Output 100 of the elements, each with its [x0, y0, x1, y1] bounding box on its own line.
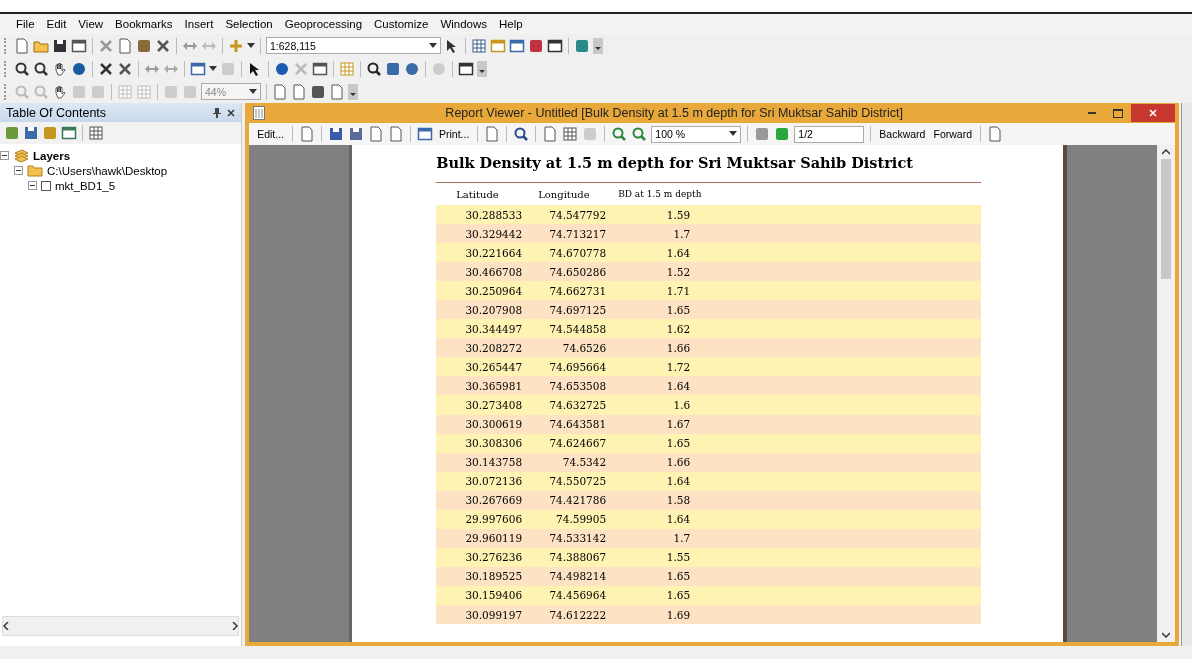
table-cell-text: 74.697125 — [548, 303, 608, 316]
page-field[interactable]: 1/2 — [794, 125, 865, 143]
print-button[interactable]: Print... — [437, 128, 472, 140]
table-cell-text: 30.344497 — [464, 322, 524, 335]
table-cell-text: 30.221664 — [464, 246, 524, 259]
table-cell-text: 30.466708 — [464, 265, 524, 278]
minimize-icon — [1088, 112, 1097, 114]
table-cell-text: 1.6 — [672, 399, 692, 411]
table-cell-text: 74.388067 — [548, 551, 608, 564]
layer-name[interactable]: mkt_BD1_5 — [55, 179, 116, 192]
zoom-field[interactable]: 100 % — [651, 125, 742, 143]
dropdown-caret-icon[interactable] — [249, 88, 257, 95]
collapse-icon[interactable] — [14, 166, 23, 175]
table-cell-text: 74.498214 — [548, 570, 608, 583]
menu-item[interactable]: File — [10, 18, 41, 30]
find-icon[interactable] — [513, 126, 530, 142]
toolbar-options-icon[interactable] — [593, 37, 603, 54]
find-icon[interactable] — [366, 60, 382, 77]
save-as-icon[interactable] — [348, 126, 364, 142]
toolbar-options-icon[interactable] — [477, 60, 487, 77]
horizontal-scrollbar[interactable] — [2, 616, 240, 636]
table-cell-text: 30.308306 — [464, 437, 524, 450]
table-cell-text: 1.58 — [665, 494, 692, 507]
table-cell-text: 1.67 — [665, 418, 692, 431]
menu-item[interactable]: Geoprocessing — [278, 18, 369, 30]
save-icon[interactable] — [52, 37, 68, 54]
save-icon[interactable] — [328, 126, 344, 142]
table-cell-text: 1.64 — [665, 246, 692, 259]
dropdown-caret-icon[interactable] — [429, 42, 437, 49]
table-cell-text: 1.66 — [665, 456, 692, 469]
scroll-down-icon[interactable] — [1162, 632, 1171, 638]
maximize-icon — [1113, 108, 1124, 118]
dropdown-caret-icon[interactable] — [247, 42, 255, 49]
layout-pan-icon[interactable] — [52, 83, 68, 100]
table-cell-text: 1.65 — [665, 570, 692, 583]
search-window-icon[interactable] — [509, 37, 525, 54]
layer-checkbox[interactable] — [41, 180, 51, 191]
table-cell-text: 30.265447 — [464, 360, 524, 373]
table-cell-text: 74.59905 — [555, 513, 608, 526]
map-scale-field[interactable]: 1:628,115 — [266, 37, 441, 54]
table-cell-text: 1.64 — [665, 475, 692, 488]
menu-item[interactable]: Edit — [40, 18, 73, 30]
table-cell-text: 1.64 — [665, 513, 692, 526]
menu-item[interactable]: Customize — [368, 18, 435, 30]
menu-item[interactable]: Bookmarks — [109, 18, 179, 30]
toolbar-options-icon[interactable] — [348, 83, 358, 100]
close-icon — [1149, 109, 1158, 117]
table-cell-text: 1.7 — [672, 227, 692, 240]
collapse-icon[interactable] — [28, 181, 37, 190]
pin-icon[interactable] — [213, 107, 222, 118]
collapse-icon[interactable] — [0, 151, 9, 160]
scroll-thumb[interactable] — [1161, 159, 1172, 279]
table-cell-text: 74.695664 — [548, 360, 608, 373]
panel-title: Table Of Contents — [6, 105, 107, 120]
scroll-left-icon[interactable] — [3, 622, 9, 630]
dropdown-caret-icon[interactable] — [209, 65, 217, 72]
table-cell-text: 30.288533 — [464, 208, 524, 221]
pan-icon[interactable] — [52, 60, 68, 77]
forward-button[interactable]: Forward — [931, 128, 974, 140]
table-cell-text: 1.65 — [665, 303, 692, 316]
table-cell-text: 1.65 — [665, 589, 692, 602]
table-cell-text: 74.547792 — [548, 208, 608, 221]
table-cell-text: 74.456964 — [548, 589, 608, 602]
column-header: Longitude — [537, 188, 591, 200]
dropdown-caret-icon[interactable] — [729, 131, 738, 137]
table-cell-text: 74.624667 — [548, 437, 608, 450]
table-cell-text: 1.55 — [665, 551, 692, 564]
menu-item[interactable]: Help — [493, 18, 529, 30]
table-cell-text: 1.66 — [665, 341, 692, 354]
close-button[interactable] — [1131, 104, 1176, 122]
table-cell-text: 1.65 — [665, 437, 692, 450]
menu-item[interactable]: Windows — [434, 18, 494, 30]
menu-item[interactable]: Insert — [178, 18, 220, 30]
delete-icon[interactable] — [155, 37, 171, 54]
folder-path[interactable]: C:\Users\hawk\Desktop — [47, 164, 168, 177]
table-icon[interactable] — [471, 37, 487, 54]
column-header: Latitude — [455, 188, 500, 200]
zoom-out-icon[interactable] — [33, 60, 49, 77]
table-cell-text: 74.662731 — [548, 284, 608, 297]
scroll-right-icon[interactable] — [232, 622, 239, 630]
new-document-icon[interactable] — [14, 37, 30, 54]
data-frame-name[interactable]: Layers — [33, 149, 71, 162]
vertical-scrollbar[interactable] — [1157, 145, 1176, 642]
table-cell-text: 30.276236 — [464, 551, 524, 564]
table-cell-text: 1.7 — [672, 532, 692, 545]
table-cell-text: 1.52 — [665, 265, 692, 278]
close-icon[interactable] — [227, 108, 236, 117]
table-cell-text: 74.550725 — [548, 475, 608, 488]
table-cell-text: 74.670778 — [548, 246, 608, 259]
menu-item[interactable]: Selection — [219, 18, 279, 30]
table-cell-text: 30.207908 — [464, 303, 524, 316]
table-cell-text: 74.612222 — [548, 608, 608, 621]
report-title: Bulk Density at 1.5 m depth for Sri Muktsar Sahib District — [436, 154, 914, 173]
zoom-in-icon[interactable] — [14, 60, 30, 77]
scroll-up-icon[interactable] — [1162, 149, 1171, 155]
menu-item[interactable]: View — [72, 18, 110, 30]
table-cell-text: 30.208272 — [464, 341, 524, 354]
edit-button[interactable]: Edit... — [255, 128, 286, 140]
table-cell-text: 30.159406 — [464, 589, 524, 602]
backward-button[interactable]: Backward — [877, 128, 928, 140]
